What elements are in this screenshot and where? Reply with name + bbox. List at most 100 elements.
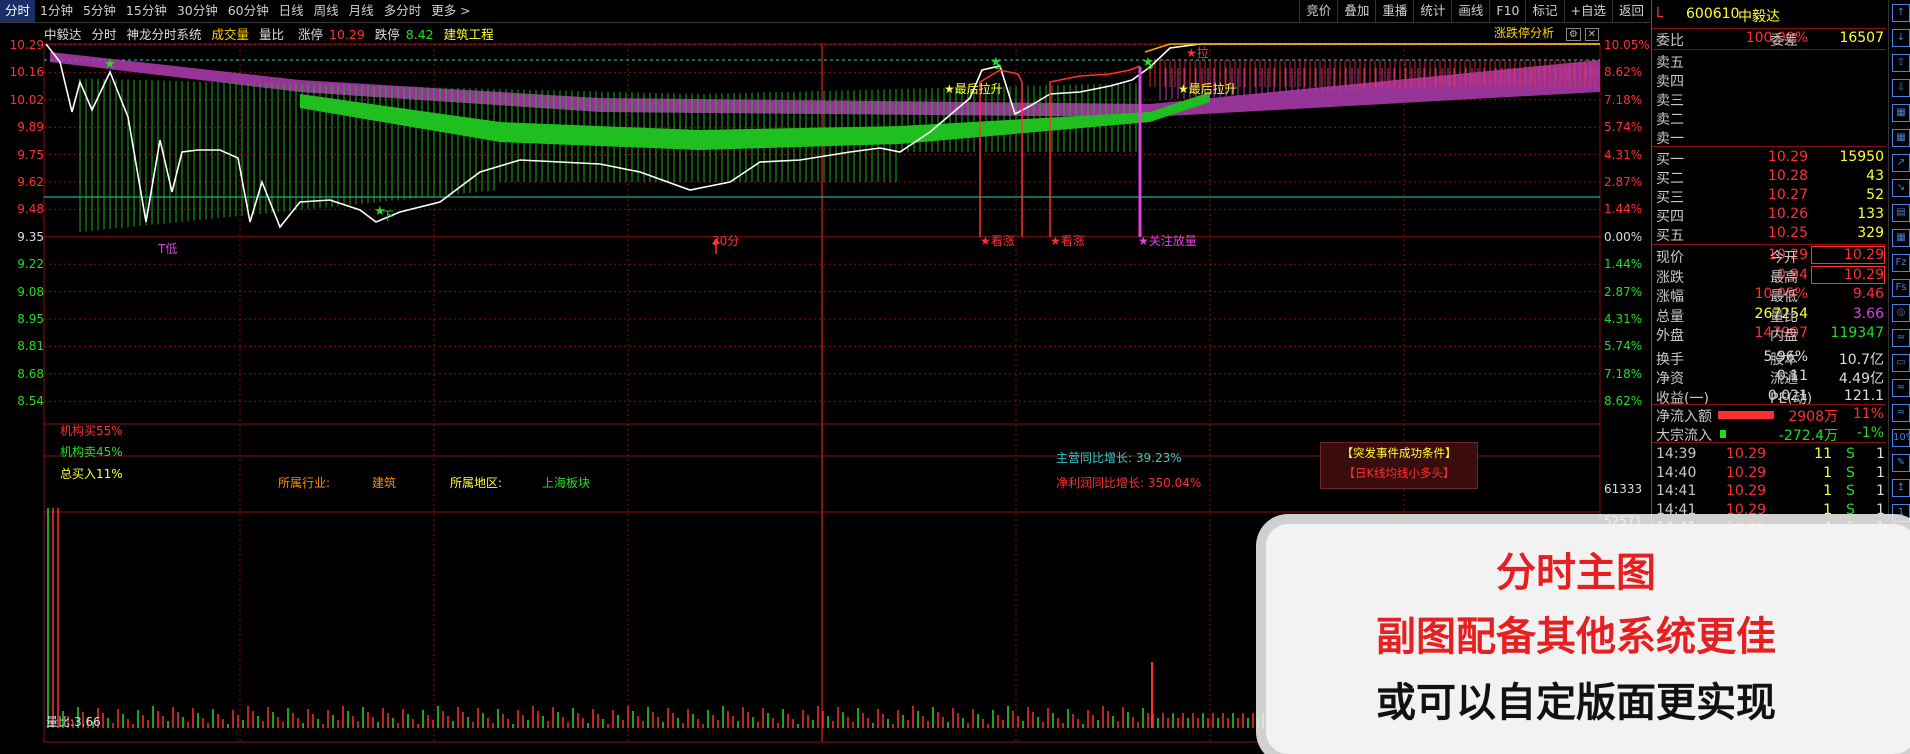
y-right-tick-2: 7.18% [1604, 92, 1643, 107]
profit-growth-label: 净利润同比增长: 350.04% [1056, 476, 1202, 490]
stat-row-1: 涨跌 0.94 最高 10.29 [1652, 265, 1886, 286]
toolbar-button-5[interactable]: F10 [1489, 0, 1525, 22]
tool-icon-10[interactable]: Fz [1892, 254, 1910, 272]
toolbar-button-1[interactable]: 叠加 [1337, 0, 1375, 22]
tool-icon-5[interactable]: ▦ [1892, 129, 1910, 147]
tick-count: 1 [1876, 446, 1885, 462]
tool-icon-19[interactable]: ↥ [1892, 479, 1910, 497]
buy-label: 买四 [1656, 209, 1684, 225]
kanzhang-label-2: ★看涨 [1050, 234, 1085, 248]
tool-icon-17[interactable]: 10% [1892, 429, 1910, 447]
close-icon[interactable]: ✕ [1584, 28, 1600, 41]
y-left-tick-11: 8.81 [17, 339, 44, 354]
toolbar-button-8[interactable]: 返回 [1611, 0, 1650, 22]
tool-icon-15[interactable]: ≈ [1892, 379, 1910, 397]
tab-4[interactable]: 30分钟 [172, 0, 223, 22]
tool-icon-12[interactable]: ◎ [1892, 304, 1910, 322]
tool-icon-11[interactable]: Fs [1892, 279, 1910, 297]
t-low-label: T低 [158, 242, 178, 256]
region-label: 所属地区: [450, 476, 503, 490]
stat-label-2: 今开 [1770, 250, 1798, 266]
tool-icon-4[interactable]: ▦ [1892, 104, 1910, 122]
toolbar-button-0[interactable]: 竞价 [1299, 0, 1337, 22]
tool-icon-20[interactable]: 1 [1892, 504, 1910, 522]
industry-label: 所属行业: [278, 476, 331, 490]
stat-label: 涨幅 [1656, 289, 1684, 305]
sector-name: 建筑工程 [443, 27, 494, 42]
event-line-1: 【突发事件成功条件】 [1341, 446, 1457, 460]
toolbar-button-3[interactable]: 统计 [1413, 0, 1451, 22]
tab-3[interactable]: 15分钟 [121, 0, 172, 22]
tool-icon-0[interactable]: ↑ [1892, 4, 1910, 22]
tab-9[interactable]: 多分时 [379, 0, 427, 22]
tab-7[interactable]: 周线 [309, 0, 344, 22]
tool-icon-13[interactable]: ≈ [1892, 329, 1910, 347]
stat-value-2: 10.7亿 [1838, 351, 1884, 368]
buy-price: 10.27 [1767, 187, 1808, 203]
tool-icon-7[interactable]: ↘ [1892, 179, 1910, 197]
tool-icon-1[interactable]: ↓ [1892, 29, 1910, 47]
tick-volume: 11 [1814, 446, 1832, 462]
toolbar-button-7[interactable]: +自选 [1563, 0, 1612, 22]
buy-volume: 15950 [1839, 149, 1884, 165]
toolbar-button-6[interactable]: 标记 [1525, 0, 1563, 22]
y-right-tick-5: 2.87% [1604, 175, 1643, 189]
y-left-tick-12: 8.68 [17, 366, 44, 381]
buy-volume: 52 [1866, 187, 1884, 203]
tool-icon-3[interactable]: ⇩ [1892, 79, 1910, 97]
tab-8[interactable]: 月线 [344, 0, 379, 22]
tab-2[interactable]: 5分钟 [78, 0, 121, 22]
buy-label: 买一 [1656, 152, 1684, 168]
toolbar-button-4[interactable]: 画线 [1451, 0, 1489, 22]
y-left-tick-10: 8.95 [17, 312, 44, 326]
tool-icon-6[interactable]: ↗ [1892, 154, 1910, 172]
tool-icon-2[interactable]: ⇧ [1892, 54, 1910, 72]
tab-10[interactable]: 更多 > [426, 0, 475, 22]
volume-label: 成交量 [211, 27, 250, 42]
toolbar-button-2[interactable]: 重播 [1375, 0, 1413, 22]
tab-5[interactable]: 60分钟 [223, 0, 274, 22]
sell-label: 卖五 [1656, 55, 1684, 71]
weicha-value: 16507 [1839, 30, 1884, 46]
event-line-2: 【日K线均线小多头】 [1343, 466, 1455, 480]
stat-row-3: 总量 267254 量比 3.66 [1652, 306, 1886, 325]
tick-time: 14:41 [1656, 501, 1697, 518]
tick-row: 14:40 10.29 1 S 1 [1652, 465, 1886, 483]
limit-up-value: 10.29 [329, 27, 365, 42]
xia-label: 下 [382, 209, 395, 223]
buy-label: 买五 [1656, 228, 1684, 244]
period-tabbar: 分时 1分钟 5分钟 15分钟 30分钟 60分钟 日线 周线 月线 多分时 更多 > 竞价 叠加 重播… [0, 0, 1650, 23]
tab-1[interactable]: 1分钟 [35, 0, 78, 22]
stat-label-2: 流通 [1770, 371, 1798, 387]
tool-icon-9[interactable]: ▦ [1892, 229, 1910, 247]
buy-level-3: 买三 10.27 52 [1652, 187, 1886, 206]
tab-0[interactable]: 分时 [0, 0, 36, 22]
tick-count: 1 [1876, 464, 1885, 481]
last-pull-label-2: ★最后拉升 [1178, 82, 1237, 96]
sell-level-1: 卖一 [1652, 128, 1886, 147]
y-left-tick-9: 9.08 [17, 284, 44, 299]
y-left-tick-5: 9.62 [17, 175, 44, 189]
ratio-label: 量比 [259, 27, 285, 42]
tick-time: 14:41 [1656, 483, 1697, 499]
tool-icon-8[interactable]: ▤ [1892, 204, 1910, 222]
buy-level-4: 买四 10.26 133 [1652, 206, 1886, 225]
stat-row-7: 收益(一) 0.021 PE(动) 121.1 [1652, 388, 1886, 407]
tool-icon-column: ↑↓⇧⇩▦▦↗↘▤▦FzFs◎≈▭≈≈10%✎↥12345 [1888, 0, 1910, 622]
y-right-tick-3: 5.74% [1604, 120, 1643, 135]
tool-icon-16[interactable]: ≈ [1892, 404, 1910, 422]
buy-price: 10.28 [1767, 168, 1808, 184]
weibi-label: 委比 [1656, 33, 1684, 49]
stat-label: 总量 [1656, 308, 1684, 325]
tool-icon-14[interactable]: ▭ [1892, 354, 1910, 372]
y-right-tick-0: 10.05% [1604, 38, 1650, 52]
kanzhang-label-1: ★看涨 [980, 234, 1015, 248]
tool-icon-18[interactable]: ✎ [1892, 454, 1910, 472]
promo-line-1: 分时主图 [1496, 549, 1656, 596]
limit-analysis-button[interactable]: 涨跌停分析 ⚙ ✕ [1494, 24, 1600, 41]
settings-icon[interactable]: ⚙ [1565, 28, 1581, 41]
stock-name: 中毅达 [44, 27, 82, 42]
inst-buy-label: 机构买55% [60, 424, 123, 438]
y-right-tick-11: 5.74% [1604, 339, 1643, 354]
tab-6[interactable]: 日线 [274, 0, 309, 22]
